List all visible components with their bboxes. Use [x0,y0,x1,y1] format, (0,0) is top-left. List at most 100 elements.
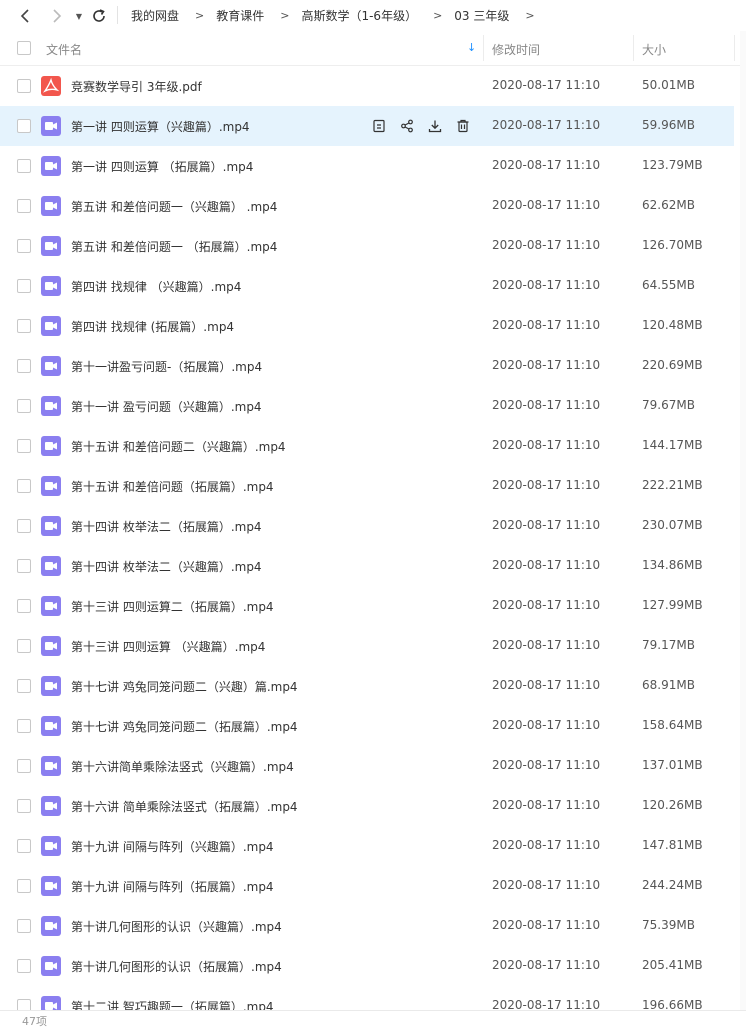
select-all-checkbox[interactable] [17,41,31,55]
file-row[interactable]: 第十九讲 间隔与阵列（兴趣篇）.mp4 2020-08-17 11:10 147.8… [0,826,734,866]
file-name[interactable]: 第十九讲 间隔与阵列（兴趣篇）.mp4 [71,838,274,855]
row-checkbox[interactable] [17,319,31,333]
file-name[interactable]: 第十六讲 简单乘除法竖式（拓展篇）.mp4 [71,798,298,815]
file-list: 竞赛数学导引 3年级.pdf 2020-08-17 11:10 50.01MB 第一讲… [0,66,746,1026]
file-name[interactable]: 第十讲几何图形的认识（拓展篇）.mp4 [71,958,282,975]
column-divider[interactable] [483,35,484,61]
delete-icon[interactable] [454,117,472,135]
file-name[interactable]: 第十五讲 和差倍问题（拓展篇）.mp4 [71,478,274,495]
file-name[interactable]: 第五讲 和差倍问题一 （拓展篇）.mp4 [71,238,277,255]
file-size: 75.39MB [642,918,695,932]
download-icon[interactable] [426,117,444,135]
file-row[interactable]: 第十七讲 鸡兔同笼问题二（拓展篇）.mp4 2020-08-17 11:10 158… [0,706,734,746]
file-name[interactable]: 第十一讲盈亏问题-（拓展篇）.mp4 [71,358,262,375]
row-checkbox[interactable] [17,719,31,733]
row-checkbox[interactable] [17,759,31,773]
file-row[interactable]: 第十一讲 盈亏问题（兴趣篇）.mp4 2020-08-17 11:10 79.67M… [0,386,734,426]
breadcrumb-item-courseware[interactable]: 教育课件 [216,7,264,24]
file-name[interactable]: 第四讲 找规律 （兴趣篇）.mp4 [71,278,241,295]
open-icon[interactable] [370,117,388,135]
scrollbar[interactable] [740,31,746,1010]
file-modified-time: 2020-08-17 11:10 [492,398,601,412]
row-checkbox[interactable] [17,239,31,253]
file-row[interactable]: 第四讲 找规律 (拓展篇）.mp4 2020-08-17 11:10 120.48M… [0,306,734,346]
file-name[interactable]: 第十一讲 盈亏问题（兴趣篇）.mp4 [71,398,262,415]
back-icon[interactable] [18,8,34,24]
file-name[interactable]: 第十六讲简单乘除法竖式（兴趣篇）.mp4 [71,758,294,775]
row-checkbox[interactable] [17,439,31,453]
file-row[interactable]: 第四讲 找规律 （兴趣篇）.mp4 2020-08-17 11:10 64.55MB [0,266,734,306]
row-checkbox[interactable] [17,799,31,813]
breadcrumb-item-grade3[interactable]: 03 三年级 [454,7,509,24]
status-bar: 47项 [0,1010,746,1028]
row-checkbox[interactable] [17,679,31,693]
file-name[interactable]: 第十四讲 枚举法二（拓展篇）.mp4 [71,518,262,535]
file-size: 59.96MB [642,118,695,132]
column-header-modified[interactable]: 修改时间 [492,41,540,58]
row-checkbox[interactable] [17,639,31,653]
file-row[interactable]: 第十讲几何图形的认识（拓展篇）.mp4 2020-08-17 11:10 205.4… [0,946,734,986]
row-checkbox[interactable] [17,79,31,93]
file-name[interactable]: 第十九讲 间隔与阵列（拓展篇）.mp4 [71,878,274,895]
row-checkbox[interactable] [17,199,31,213]
file-name[interactable]: 第十三讲 四则运算 （兴趣篇）.mp4 [71,638,265,655]
row-checkbox[interactable] [17,879,31,893]
row-checkbox[interactable] [17,919,31,933]
forward-icon[interactable] [48,8,64,24]
file-row[interactable]: 第一讲 四则运算（兴趣篇）.mp4 2020-08-17 11:10 59.96MB [0,106,734,146]
file-row[interactable]: 竞赛数学导引 3年级.pdf 2020-08-17 11:10 50.01MB [0,66,734,106]
video-file-icon [41,796,61,816]
row-checkbox[interactable] [17,159,31,173]
file-row[interactable]: 第十七讲 鸡兔同笼问题二（兴趣）篇.mp4 2020-08-17 11:10 68.… [0,666,734,706]
file-name[interactable]: 第十七讲 鸡兔同笼问题二（兴趣）篇.mp4 [71,678,298,695]
file-row[interactable]: 第五讲 和差倍问题一 （拓展篇）.mp4 2020-08-17 11:10 126.… [0,226,734,266]
share-icon[interactable] [398,117,416,135]
breadcrumb: 我的网盘 > 教育课件 > 高斯数学（1-6年级） > 03 三年级 > [131,0,547,31]
row-checkbox[interactable] [17,279,31,293]
breadcrumb-item-root[interactable]: 我的网盘 [131,7,179,24]
row-checkbox[interactable] [17,839,31,853]
row-checkbox[interactable] [17,559,31,573]
file-row[interactable]: 第一讲 四则运算 （拓展篇）.mp4 2020-08-17 11:10 123.79… [0,146,734,186]
file-name[interactable]: 第十讲几何图形的认识（兴趣篇）.mp4 [71,918,282,935]
row-checkbox[interactable] [17,479,31,493]
refresh-icon[interactable] [90,7,108,25]
file-row[interactable]: 第十五讲 和差倍问题（拓展篇）.mp4 2020-08-17 11:10 222.2… [0,466,734,506]
file-row[interactable]: 第十六讲简单乘除法竖式（兴趣篇）.mp4 2020-08-17 11:10 137.… [0,746,734,786]
file-name[interactable]: 第十五讲 和差倍问题二（兴趣篇）.mp4 [71,438,286,455]
row-checkbox[interactable] [17,399,31,413]
file-row[interactable]: 第十四讲 枚举法二（兴趣篇）.mp4 2020-08-17 11:10 134.86… [0,546,734,586]
sort-down-icon[interactable]: ↓ [467,41,476,54]
file-name[interactable]: 第一讲 四则运算（兴趣篇）.mp4 [71,118,250,135]
column-divider[interactable] [633,35,634,61]
file-row[interactable]: 第十三讲 四则运算二（拓展篇）.mp4 2020-08-17 11:10 127.9… [0,586,734,626]
file-row[interactable]: 第五讲 和差倍问题一（兴趣篇） .mp4 2020-08-17 11:10 62.6… [0,186,734,226]
row-checkbox[interactable] [17,359,31,373]
pdf-file-icon [41,76,61,96]
file-name[interactable]: 第五讲 和差倍问题一（兴趣篇） .mp4 [71,198,277,215]
file-row[interactable]: 第十一讲盈亏问题-（拓展篇）.mp4 2020-08-17 11:10 220.69… [0,346,734,386]
file-name[interactable]: 第四讲 找规律 (拓展篇）.mp4 [71,318,234,335]
row-checkbox[interactable] [17,519,31,533]
column-divider[interactable] [734,35,735,61]
video-file-icon [41,156,61,176]
file-row[interactable]: 第十三讲 四则运算 （兴趣篇）.mp4 2020-08-17 11:10 79.17… [0,626,734,666]
file-row[interactable]: 第十四讲 枚举法二（拓展篇）.mp4 2020-08-17 11:10 230.07… [0,506,734,546]
file-row[interactable]: 第十五讲 和差倍问题二（兴趣篇）.mp4 2020-08-17 11:10 144.… [0,426,734,466]
file-row[interactable]: 第十六讲 简单乘除法竖式（拓展篇）.mp4 2020-08-17 11:10 120… [0,786,734,826]
file-modified-time: 2020-08-17 11:10 [492,758,601,772]
history-dropdown-icon[interactable]: ▼ [74,9,84,23]
file-name[interactable]: 第十三讲 四则运算二（拓展篇）.mp4 [71,598,274,615]
row-checkbox[interactable] [17,119,31,133]
file-name[interactable]: 第十七讲 鸡兔同笼问题二（拓展篇）.mp4 [71,718,298,735]
file-row[interactable]: 第十九讲 间隔与阵列（拓展篇）.mp4 2020-08-17 11:10 244.2… [0,866,734,906]
column-header-name[interactable]: 文件名 [46,41,82,58]
row-checkbox[interactable] [17,599,31,613]
file-row[interactable]: 第十讲几何图形的认识（兴趣篇）.mp4 2020-08-17 11:10 75.39… [0,906,734,946]
file-name[interactable]: 竞赛数学导引 3年级.pdf [71,78,202,95]
column-header-size[interactable]: 大小 [642,41,666,58]
breadcrumb-item-gauss-math[interactable]: 高斯数学（1-6年级） [301,7,417,24]
row-checkbox[interactable] [17,959,31,973]
file-name[interactable]: 第十四讲 枚举法二（兴趣篇）.mp4 [71,558,262,575]
file-name[interactable]: 第一讲 四则运算 （拓展篇）.mp4 [71,158,253,175]
